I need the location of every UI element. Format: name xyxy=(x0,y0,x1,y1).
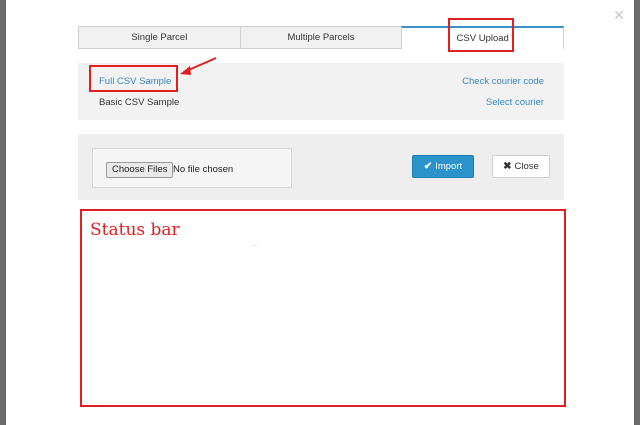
basic-csv-sample-link[interactable]: Basic CSV Sample xyxy=(99,97,179,108)
upload-panel: Choose Files No file chosen ✔ Import ✖ C… xyxy=(78,134,564,200)
highlight-full-csv-sample xyxy=(89,65,178,92)
status-bar-label: Status bar xyxy=(90,220,180,240)
check-icon: ✔ xyxy=(423,161,433,172)
choose-files-button[interactable]: Choose Files xyxy=(106,162,174,178)
csv-upload-modal: ✕ Single Parcel Multiple Parcels CSV Upl… xyxy=(6,0,634,425)
file-input-box: Choose Files No file chosen xyxy=(92,148,292,188)
select-courier-link[interactable]: Select courier xyxy=(486,97,544,108)
annotation-arrow-icon xyxy=(180,57,217,75)
tab-multiple-parcels[interactable]: Multiple Parcels xyxy=(239,26,402,49)
modal-close-icon[interactable]: ✕ xyxy=(612,8,626,22)
status-area: Status bar ·· xyxy=(80,209,566,407)
close-button-label: Close xyxy=(514,161,539,172)
status-dot: ·· xyxy=(252,241,258,250)
highlight-csv-upload-tab xyxy=(448,18,514,52)
close-button[interactable]: ✖ Close xyxy=(492,155,550,178)
check-courier-code-link[interactable]: Check courier code xyxy=(462,76,544,87)
tab-single-parcel[interactable]: Single Parcel xyxy=(78,26,240,49)
backdrop-right xyxy=(634,0,640,425)
import-button[interactable]: ✔ Import xyxy=(412,155,474,178)
import-button-label: Import xyxy=(435,161,463,172)
x-icon: ✖ xyxy=(503,161,512,172)
file-status-text: No file chosen xyxy=(173,164,234,175)
